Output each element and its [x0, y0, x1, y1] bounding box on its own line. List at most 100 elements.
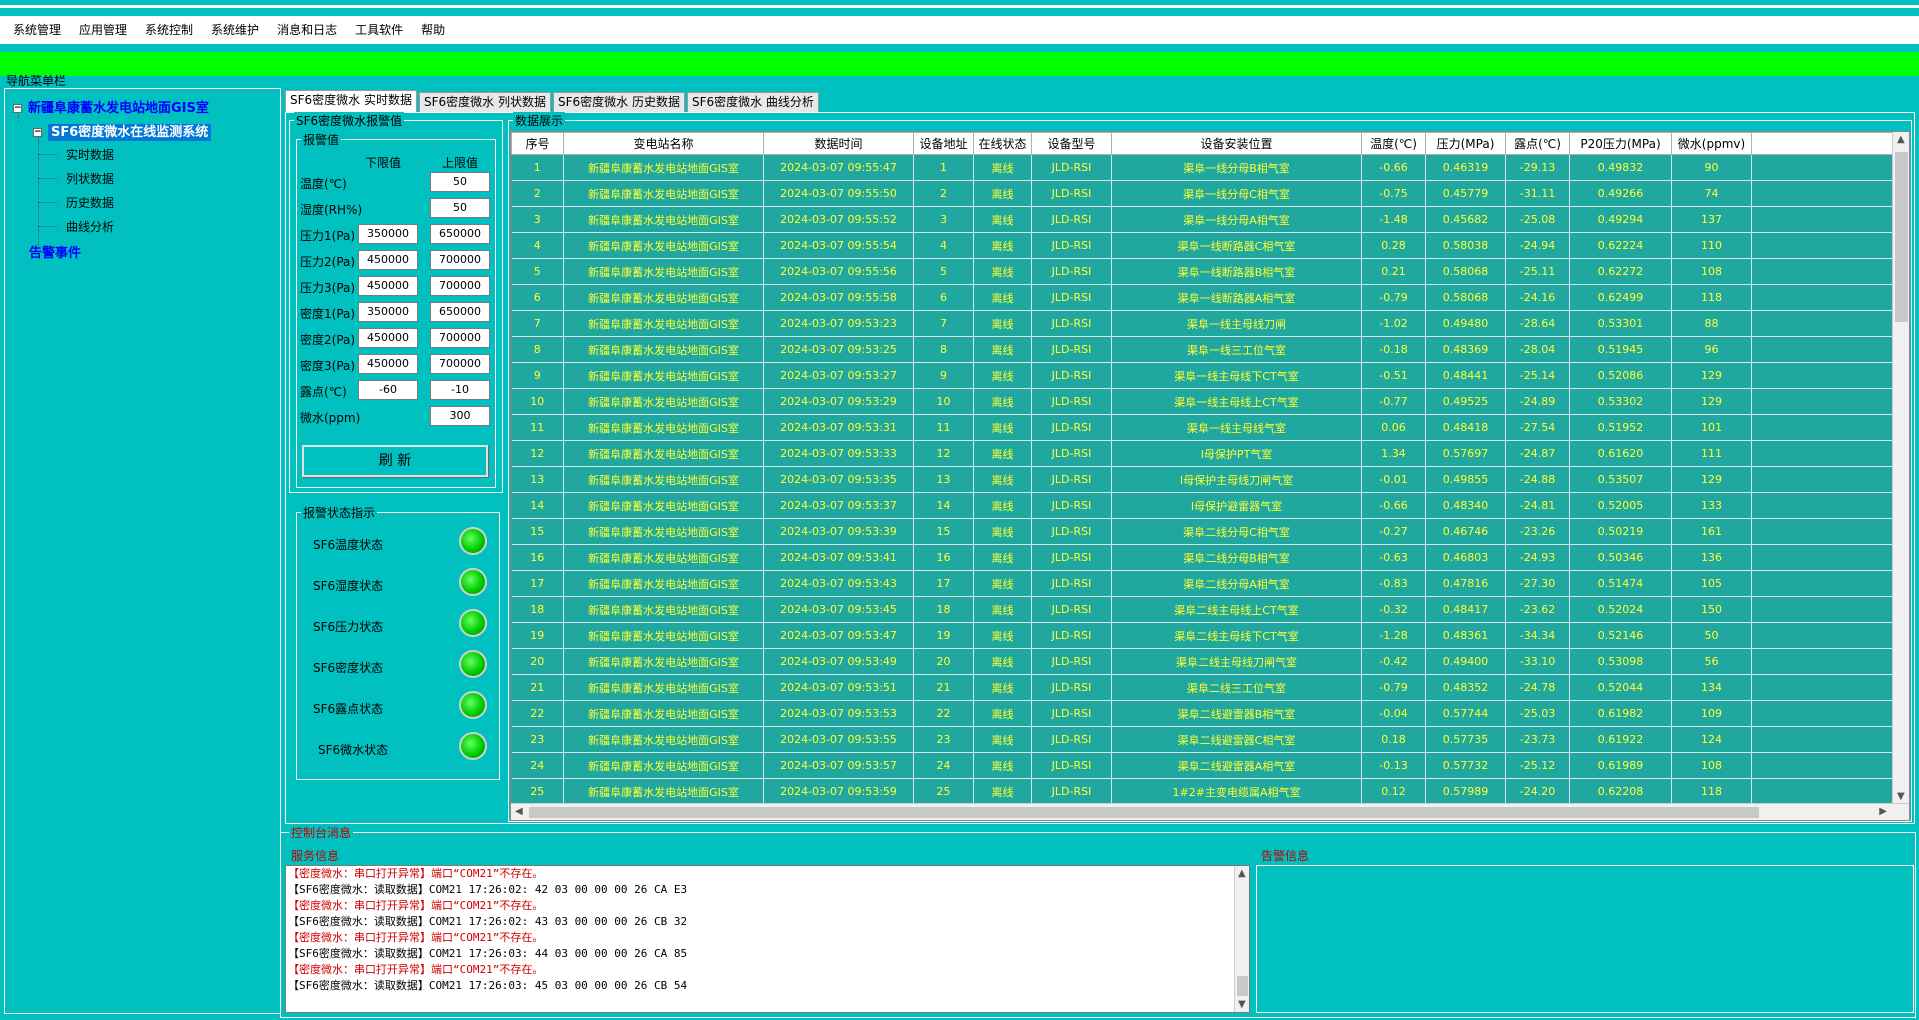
horizontal-scrollbar[interactable]: ◀ ▶: [511, 803, 1909, 820]
table-row[interactable]: 22 新疆阜康蓄水发电站地面GIS室 2024-03-07 09:53:53 22 离线…: [511, 700, 1894, 727]
menu-system-management[interactable]: 系统管理: [4, 16, 70, 44]
vertical-scroll-thumb[interactable]: [1895, 152, 1908, 322]
tree-item-realtime[interactable]: 实时数据: [66, 146, 114, 163]
upper-limit-input[interactable]: 700000: [430, 276, 490, 296]
upper-limit-input[interactable]: 50: [430, 198, 490, 218]
alarm-log[interactable]: [1256, 865, 1914, 1013]
scroll-down-icon[interactable]: ▼: [1897, 791, 1905, 802]
status-label: SF6密度状态: [313, 661, 384, 675]
upper-limit-input[interactable]: 700000: [430, 354, 490, 374]
vertical-scrollbar[interactable]: ▲ ▼: [1892, 132, 1909, 820]
table-row[interactable]: 1 新疆阜康蓄水发电站地面GIS室 2024-03-07 09:55:47 1 离线 JL…: [511, 154, 1894, 181]
collapse-icon[interactable]: −: [13, 104, 22, 113]
table-cell: 96: [1671, 336, 1752, 363]
table-row[interactable]: 6 新疆阜康蓄水发电站地面GIS室 2024-03-07 09:55:58 6 离线 JL…: [511, 284, 1894, 311]
upper-limit-input[interactable]: 700000: [430, 328, 490, 348]
column-header[interactable]: 序号: [511, 132, 564, 155]
lower-limit-input[interactable]: 350000: [358, 302, 418, 322]
table-row[interactable]: 21 新疆阜康蓄水发电站地面GIS室 2024-03-07 09:53:51 21 离线…: [511, 674, 1894, 701]
table-row[interactable]: 24 新疆阜康蓄水发电站地面GIS室 2024-03-07 09:53:57 24 离线…: [511, 752, 1894, 779]
upper-limit-input[interactable]: 50: [430, 172, 490, 192]
tree-item-curve[interactable]: 曲线分析: [66, 218, 114, 235]
menu-app-management[interactable]: 应用管理: [70, 16, 136, 44]
lower-limit-input[interactable]: 450000: [358, 250, 418, 270]
scroll-up-icon[interactable]: ▲: [1897, 134, 1905, 145]
upper-limit-input[interactable]: 650000: [430, 302, 490, 322]
column-header[interactable]: 微水(ppmv): [1671, 132, 1752, 155]
table-row[interactable]: 5 新疆阜康蓄水发电站地面GIS室 2024-03-07 09:55:56 5 离线 JL…: [511, 258, 1894, 285]
scroll-right-icon[interactable]: ▶: [1879, 806, 1887, 817]
table-cell: 新疆阜康蓄水发电站地面GIS室: [563, 232, 764, 259]
table-row[interactable]: 16 新疆阜康蓄水发电站地面GIS室 2024-03-07 09:53:41 16 离线…: [511, 544, 1894, 571]
column-header[interactable]: [1751, 132, 1894, 155]
tree-node-station[interactable]: − 新疆阜康蓄水发电站地面GIS室: [13, 97, 209, 116]
column-header[interactable]: 在线状态: [973, 132, 1032, 155]
table-row[interactable]: 25 新疆阜康蓄水发电站地面GIS室 2024-03-07 09:53:59 25 离线…: [511, 778, 1894, 805]
table-row[interactable]: 18 新疆阜康蓄水发电站地面GIS室 2024-03-07 09:53:45 18 离线…: [511, 596, 1894, 623]
table-row[interactable]: 9 新疆阜康蓄水发电站地面GIS室 2024-03-07 09:53:27 9 离线 JL…: [511, 362, 1894, 389]
column-header[interactable]: 设备地址: [913, 132, 974, 155]
log-scroll-thumb[interactable]: [1237, 976, 1248, 996]
table-row[interactable]: 10 新疆阜康蓄水发电站地面GIS室 2024-03-07 09:53:29 10 离线…: [511, 388, 1894, 415]
table-row[interactable]: 2 新疆阜康蓄水发电站地面GIS室 2024-03-07 09:55:50 2 离线 JL…: [511, 180, 1894, 207]
scroll-up-icon[interactable]: ▲: [1238, 868, 1246, 879]
tab-column-data[interactable]: SF6密度微水 列状数据: [418, 92, 551, 112]
tab-history[interactable]: SF6密度微水 历史数据: [552, 92, 685, 112]
log-scrollbar[interactable]: ▲ ▼: [1234, 866, 1249, 1012]
table-row[interactable]: 12 新疆阜康蓄水发电站地面GIS室 2024-03-07 09:53:33 12 离线…: [511, 440, 1894, 467]
menu-system-maintenance[interactable]: 系统维护: [202, 16, 268, 44]
table-cell: 90: [1671, 154, 1752, 181]
table-row[interactable]: 19 新疆阜康蓄水发电站地面GIS室 2024-03-07 09:53:47 19 离线…: [511, 622, 1894, 649]
table-cell: 2024-03-07 09:53:43: [763, 570, 914, 597]
menu-help[interactable]: 帮助: [412, 16, 454, 44]
table-row[interactable]: 11 新疆阜康蓄水发电站地面GIS室 2024-03-07 09:53:31 11 离线…: [511, 414, 1894, 441]
scroll-down-icon[interactable]: ▼: [1238, 999, 1246, 1010]
menu-tools[interactable]: 工具软件: [346, 16, 412, 44]
table-row[interactable]: 8 新疆阜康蓄水发电站地面GIS室 2024-03-07 09:53:25 8 离线 JL…: [511, 336, 1894, 363]
upper-limit-input[interactable]: -10: [430, 380, 490, 400]
lower-limit-input[interactable]: 450000: [358, 354, 418, 374]
lower-limit-input[interactable]: 450000: [358, 276, 418, 296]
table-row[interactable]: 17 新疆阜康蓄水发电站地面GIS室 2024-03-07 09:53:43 17 离线…: [511, 570, 1894, 597]
table-row[interactable]: 23 新疆阜康蓄水发电站地面GIS室 2024-03-07 09:53:55 23 离线…: [511, 726, 1894, 753]
table-cell: -1.48: [1361, 206, 1426, 233]
menu-messages-logs[interactable]: 消息和日志: [268, 16, 346, 44]
table-row[interactable]: 14 新疆阜康蓄水发电站地面GIS室 2024-03-07 09:53:37 14 离线…: [511, 492, 1894, 519]
table-cell: 108: [1671, 752, 1752, 779]
refresh-button[interactable]: 刷 新: [302, 445, 488, 477]
scroll-left-icon[interactable]: ◀: [515, 806, 523, 817]
lower-limit-input[interactable]: -60: [358, 380, 418, 400]
table-row[interactable]: 4 新疆阜康蓄水发电站地面GIS室 2024-03-07 09:55:54 4 离线 JL…: [511, 232, 1894, 259]
menu-system-control[interactable]: 系统控制: [136, 16, 202, 44]
table-row[interactable]: 7 新疆阜康蓄水发电站地面GIS室 2024-03-07 09:53:23 7 离线 JL…: [511, 310, 1894, 337]
upper-limit-input[interactable]: 700000: [430, 250, 490, 270]
tree-node-system[interactable]: − SF6密度微水在线监测系统: [33, 121, 212, 141]
column-header[interactable]: P20压力(MPa): [1569, 132, 1672, 155]
column-header[interactable]: 变电站名称: [563, 132, 764, 155]
column-header[interactable]: 数据时间: [763, 132, 914, 155]
table-row[interactable]: 13 新疆阜康蓄水发电站地面GIS室 2024-03-07 09:53:35 13 离线…: [511, 466, 1894, 493]
tree-node-alarm-events[interactable]: 告警事件: [29, 242, 81, 261]
upper-limit-input[interactable]: 300: [430, 406, 490, 426]
table-cell: 0.48340: [1425, 492, 1506, 519]
column-header[interactable]: 设备安装位置: [1111, 132, 1362, 155]
upper-limit-input[interactable]: 650000: [430, 224, 490, 244]
table-row[interactable]: 15 新疆阜康蓄水发电站地面GIS室 2024-03-07 09:53:39 15 离线…: [511, 518, 1894, 545]
lower-limit-input[interactable]: 450000: [358, 328, 418, 348]
tree-item-column-data[interactable]: 列状数据: [66, 170, 114, 187]
table-row[interactable]: 20 新疆阜康蓄水发电站地面GIS室 2024-03-07 09:53:49 20 离线…: [511, 648, 1894, 675]
table-cell: JLD-RSI: [1031, 492, 1112, 519]
column-header[interactable]: 设备型号: [1031, 132, 1112, 155]
column-header[interactable]: 露点(℃): [1505, 132, 1570, 155]
column-header[interactable]: 温度(℃): [1361, 132, 1426, 155]
tree-item-history[interactable]: 历史数据: [66, 194, 114, 211]
collapse-icon[interactable]: −: [33, 128, 42, 137]
table-cell: 新疆阜康蓄水发电站地面GIS室: [563, 154, 764, 181]
lower-limit-input[interactable]: 350000: [358, 224, 418, 244]
table-row[interactable]: 3 新疆阜康蓄水发电站地面GIS室 2024-03-07 09:55:52 3 离线 JL…: [511, 206, 1894, 233]
horizontal-scroll-thumb[interactable]: [529, 807, 1759, 818]
service-log[interactable]: 【密度微水：串口打开异常】端口“COM21”不存在。 【SF6密度微水：读取数据】…: [285, 865, 1250, 1013]
tab-realtime[interactable]: SF6密度微水 实时数据: [285, 90, 417, 112]
tab-curve[interactable]: SF6密度微水 曲线分析: [686, 92, 819, 112]
column-header[interactable]: 压力(MPa): [1425, 132, 1506, 155]
